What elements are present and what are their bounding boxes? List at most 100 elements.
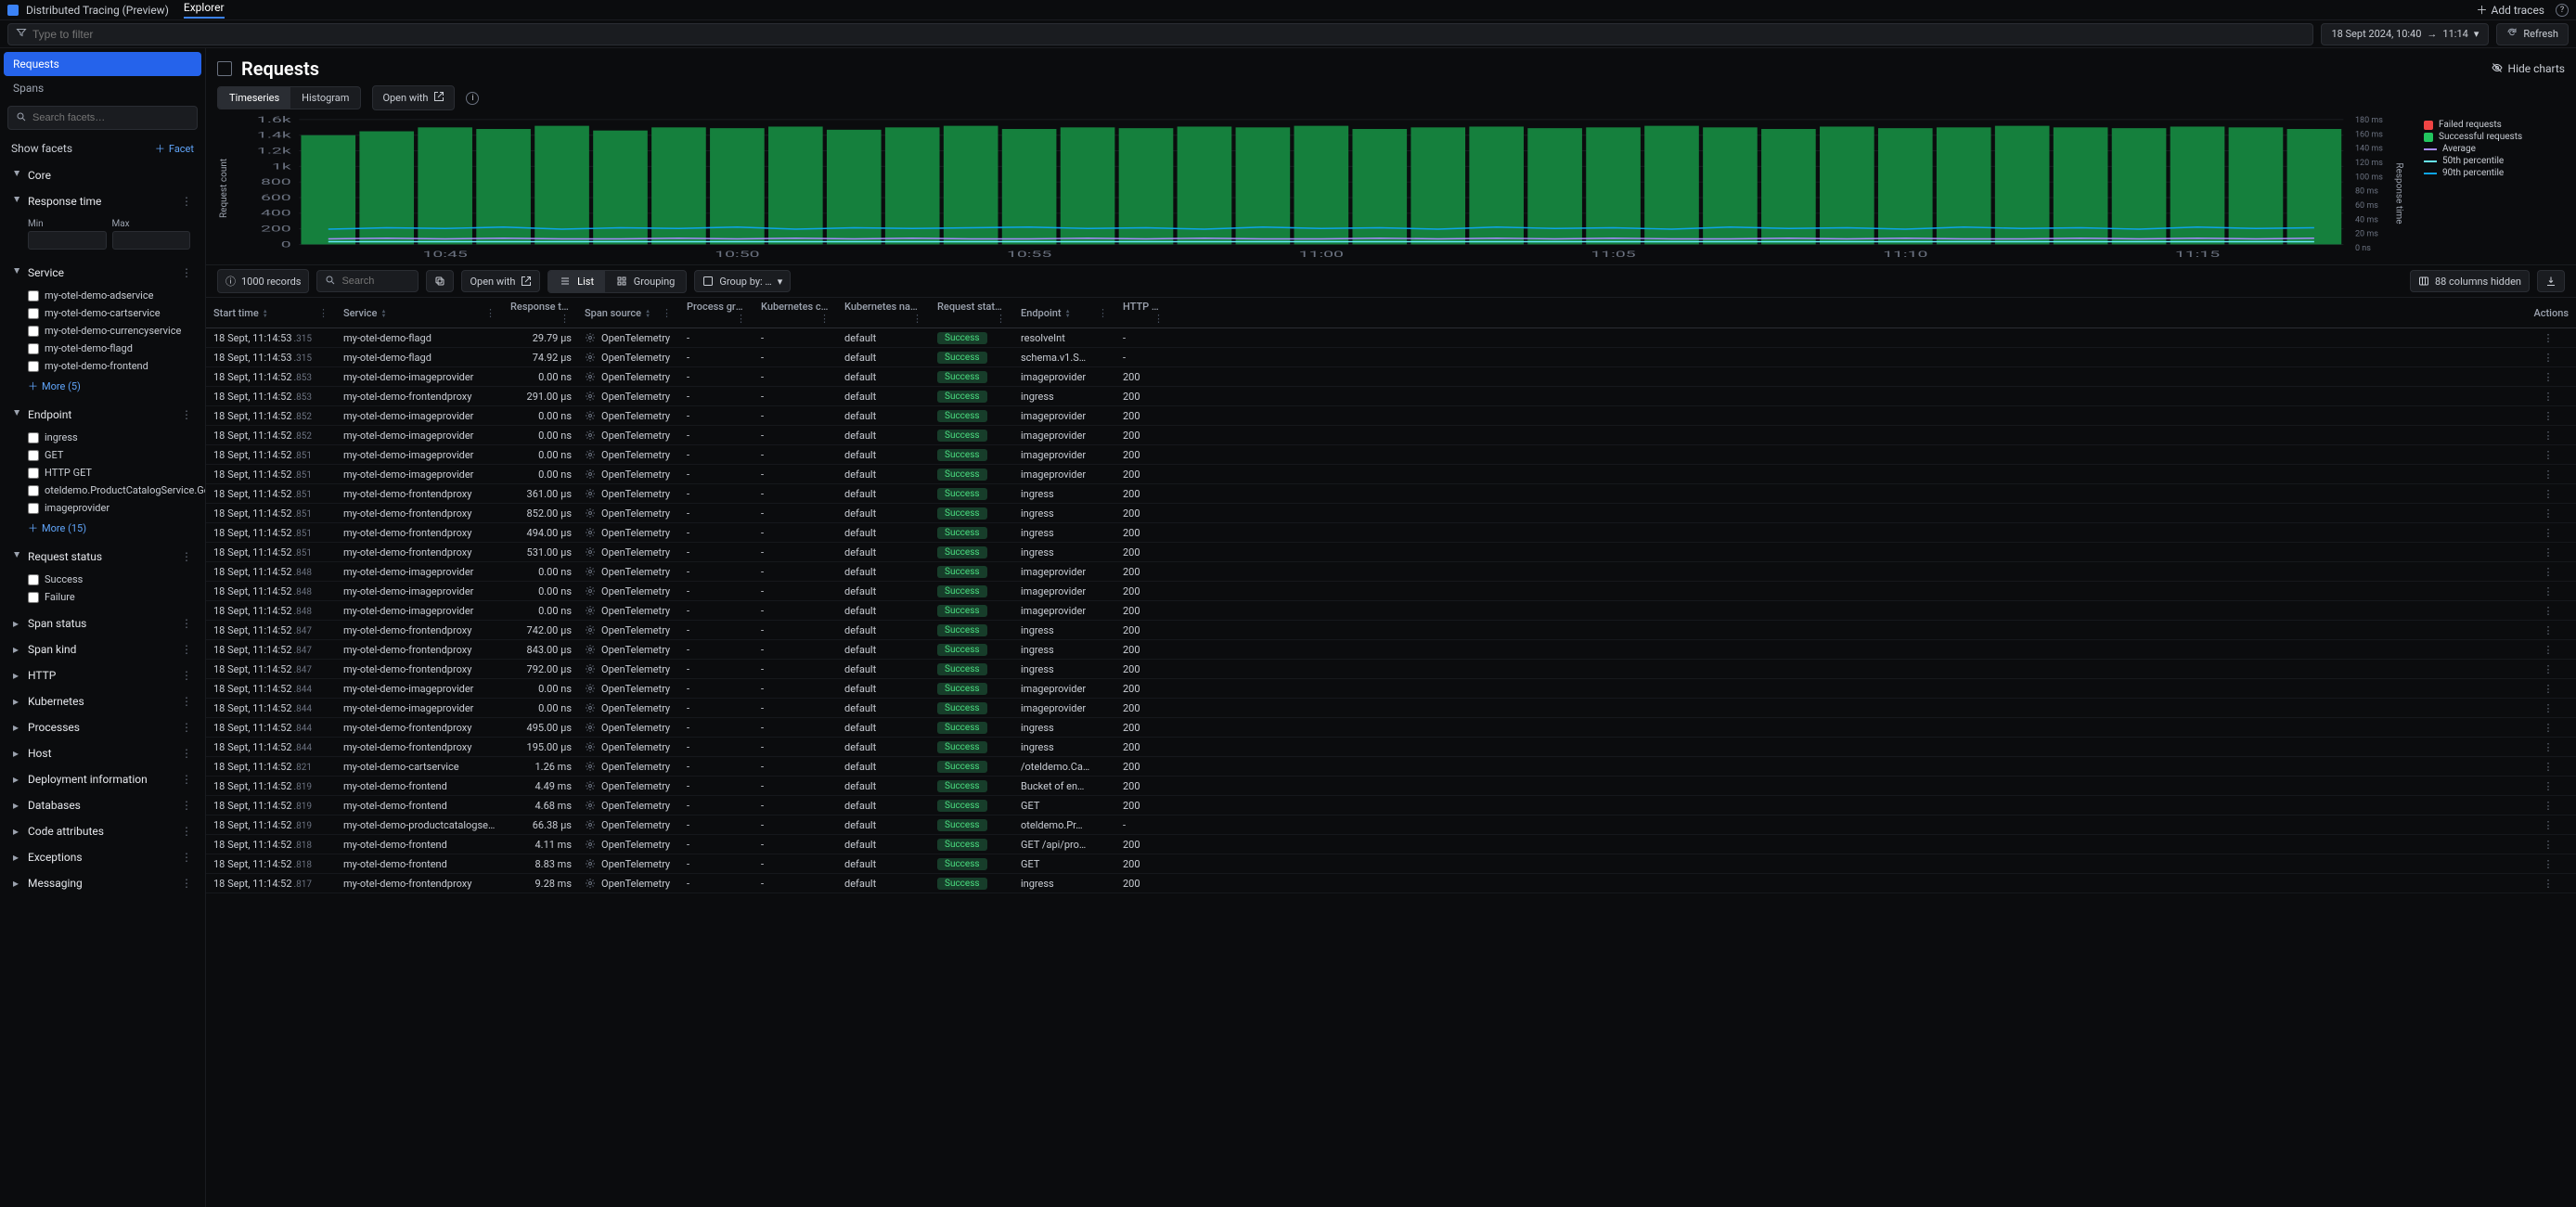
table-row[interactable]: 18 Sept, 11:14:52.853my-otel-demo-imagep… — [206, 367, 2576, 387]
facet-menu-icon[interactable]: ⋮ — [181, 266, 192, 279]
facet-item[interactable]: my-otel-demo-currencyservice — [7, 322, 198, 340]
facet-menu-icon[interactable]: ⋮ — [181, 643, 192, 656]
view-list[interactable]: List — [548, 271, 605, 292]
download-button[interactable] — [2537, 270, 2565, 292]
row-actions-button[interactable]: ⋮ — [2520, 445, 2576, 465]
table-row[interactable]: 18 Sept, 11:14:52.848my-otel-demo-imagep… — [206, 582, 2576, 601]
facet-more-link[interactable]: ＋More (5) — [7, 375, 198, 397]
facet-item[interactable]: ingress — [7, 429, 198, 446]
table-row[interactable]: 18 Sept, 11:14:52.847my-otel-demo-fronte… — [206, 660, 2576, 679]
facet-checkbox[interactable] — [28, 432, 39, 443]
legend-item[interactable]: Successful requests — [2424, 132, 2565, 142]
row-actions-button[interactable]: ⋮ — [2520, 777, 2576, 796]
facet-header[interactable]: ▸Databases⋮ — [7, 793, 198, 817]
facet-header[interactable]: ▸Host⋮ — [7, 741, 198, 765]
facet-header[interactable]: ▸Processes⋮ — [7, 715, 198, 739]
table-row[interactable]: 18 Sept, 11:14:52.819my-otel-demo-fronte… — [206, 777, 2576, 796]
table-row[interactable]: 18 Sept, 11:14:52.851my-otel-demo-fronte… — [206, 504, 2576, 523]
facet-item[interactable]: imageprovider — [7, 499, 198, 517]
row-actions-button[interactable]: ⋮ — [2520, 854, 2576, 874]
row-actions-button[interactable]: ⋮ — [2520, 504, 2576, 523]
table-row[interactable]: 18 Sept, 11:14:52.853my-otel-demo-fronte… — [206, 387, 2576, 406]
facet-header-endpoint[interactable]: ▸ Endpoint ⋮ — [7, 403, 198, 427]
facet-menu-icon[interactable]: ⋮ — [181, 747, 192, 760]
column-header-actions[interactable]: Actions — [2520, 298, 2576, 328]
facet-menu-icon[interactable]: ⋮ — [181, 408, 192, 421]
row-actions-button[interactable]: ⋮ — [2520, 426, 2576, 445]
tab-explorer[interactable]: Explorer — [184, 1, 225, 19]
facet-checkbox[interactable] — [28, 308, 39, 319]
facet-checkbox[interactable] — [28, 468, 39, 479]
sort-icon[interactable]: ▲▼ — [1065, 309, 1071, 318]
facet-checkbox[interactable] — [28, 290, 39, 302]
table-row[interactable]: 18 Sept, 11:14:52.819my-otel-demo-produc… — [206, 815, 2576, 835]
legend-item[interactable]: 50th percentile — [2424, 156, 2565, 166]
sort-icon[interactable]: ▲▼ — [645, 309, 650, 318]
tab-histogram[interactable]: Histogram — [290, 87, 360, 109]
column-header-kc[interactable]: Kubernetes contain…▲▼⋮ — [753, 298, 837, 328]
add-traces-button[interactable]: ＋ Add traces — [2477, 2, 2544, 18]
table-row[interactable]: 18 Sept, 11:14:52.818my-otel-demo-fronte… — [206, 854, 2576, 874]
table-row[interactable]: 18 Sept, 11:14:52.844my-otel-demo-fronte… — [206, 718, 2576, 738]
column-menu-icon[interactable]: ⋮ — [560, 313, 570, 325]
column-menu-icon[interactable]: ⋮ — [318, 307, 328, 319]
column-header-rs[interactable]: Request status▲▼⋮ — [930, 298, 1013, 328]
column-header-pg[interactable]: Process group▲▼⋮ — [679, 298, 753, 328]
table-open-with-button[interactable]: Open with — [461, 270, 540, 292]
facet-item[interactable]: GET — [7, 446, 198, 464]
row-actions-button[interactable]: ⋮ — [2520, 738, 2576, 757]
add-facet-button[interactable]: ＋ Facet — [155, 141, 194, 156]
help-icon[interactable]: ? — [2556, 4, 2569, 17]
table-row[interactable]: 18 Sept, 11:14:53.315my-otel-demo-flagd7… — [206, 348, 2576, 367]
table-wrap[interactable]: Start time▲▼⋮Service▲▼⋮Response time▲▼⋮S… — [206, 298, 2576, 1207]
columns-hidden-button[interactable]: 88 columns hidden — [2410, 270, 2530, 292]
facet-item[interactable]: HTTP GET — [7, 464, 198, 482]
facet-item[interactable]: Success — [7, 571, 198, 588]
row-actions-button[interactable]: ⋮ — [2520, 699, 2576, 718]
row-actions-button[interactable]: ⋮ — [2520, 757, 2576, 777]
table-row[interactable]: 18 Sept, 11:14:52.844my-otel-demo-imagep… — [206, 699, 2576, 718]
facet-menu-icon[interactable]: ⋮ — [181, 799, 192, 812]
facet-header[interactable]: ▸Code attributes⋮ — [7, 819, 198, 843]
table-row[interactable]: 18 Sept, 11:14:52.847my-otel-demo-fronte… — [206, 621, 2576, 640]
column-menu-icon[interactable]: ⋮ — [912, 313, 922, 325]
row-actions-button[interactable]: ⋮ — [2520, 562, 2576, 582]
table-row[interactable]: 18 Sept, 11:14:52.818my-otel-demo-fronte… — [206, 835, 2576, 854]
column-menu-icon[interactable]: ⋮ — [662, 307, 672, 319]
row-actions-button[interactable]: ⋮ — [2520, 523, 2576, 543]
row-actions-button[interactable]: ⋮ — [2520, 621, 2576, 640]
time-range-picker[interactable]: 18 Sept 2024, 10:40 → 11:14 ▾ — [2321, 23, 2489, 45]
table-row[interactable]: 18 Sept, 11:14:52.851my-otel-demo-fronte… — [206, 484, 2576, 504]
column-menu-icon[interactable]: ⋮ — [996, 313, 1006, 325]
facet-checkbox[interactable] — [28, 361, 39, 372]
row-actions-button[interactable]: ⋮ — [2520, 601, 2576, 621]
nav-requests[interactable]: Requests — [4, 52, 201, 76]
hide-charts-button[interactable]: Hide charts — [2492, 62, 2565, 76]
copy-button[interactable] — [426, 270, 454, 292]
facet-menu-icon[interactable]: ⋮ — [181, 851, 192, 864]
column-menu-icon[interactable]: ⋮ — [736, 313, 746, 325]
facet-menu-icon[interactable]: ⋮ — [181, 721, 192, 734]
facet-header[interactable]: ▸Span status⋮ — [7, 611, 198, 636]
facet-checkbox[interactable] — [28, 326, 39, 337]
facet-header[interactable]: ▸Deployment information⋮ — [7, 767, 198, 791]
row-actions-button[interactable]: ⋮ — [2520, 660, 2576, 679]
table-search-input[interactable] — [341, 276, 410, 287]
column-menu-icon[interactable]: ⋮ — [819, 313, 830, 325]
facet-item[interactable]: oteldemo.ProductCatalogService.GetProduc… — [7, 482, 198, 499]
table-row[interactable]: 18 Sept, 11:14:52.851my-otel-demo-fronte… — [206, 523, 2576, 543]
row-actions-button[interactable]: ⋮ — [2520, 640, 2576, 660]
chart-info-icon[interactable]: i — [466, 92, 479, 105]
facet-menu-icon[interactable]: ⋮ — [181, 669, 192, 682]
table-row[interactable]: 18 Sept, 11:14:52.817my-otel-demo-fronte… — [206, 874, 2576, 893]
facet-menu-icon[interactable]: ⋮ — [181, 550, 192, 563]
table-row[interactable]: 18 Sept, 11:14:52.851my-otel-demo-fronte… — [206, 543, 2576, 562]
row-actions-button[interactable]: ⋮ — [2520, 874, 2576, 893]
records-count[interactable]: ⓘ 1000 records — [217, 269, 309, 293]
column-header-resp[interactable]: Response time▲▼⋮ — [503, 298, 577, 328]
facet-header-service[interactable]: ▸ Service ⋮ — [7, 261, 198, 285]
facet-item[interactable]: my-otel-demo-flagd — [7, 340, 198, 357]
column-menu-icon[interactable]: ⋮ — [485, 307, 496, 319]
column-header-start[interactable]: Start time▲▼⋮ — [206, 298, 336, 328]
facet-header-core[interactable]: ▸ Core — [7, 163, 198, 187]
